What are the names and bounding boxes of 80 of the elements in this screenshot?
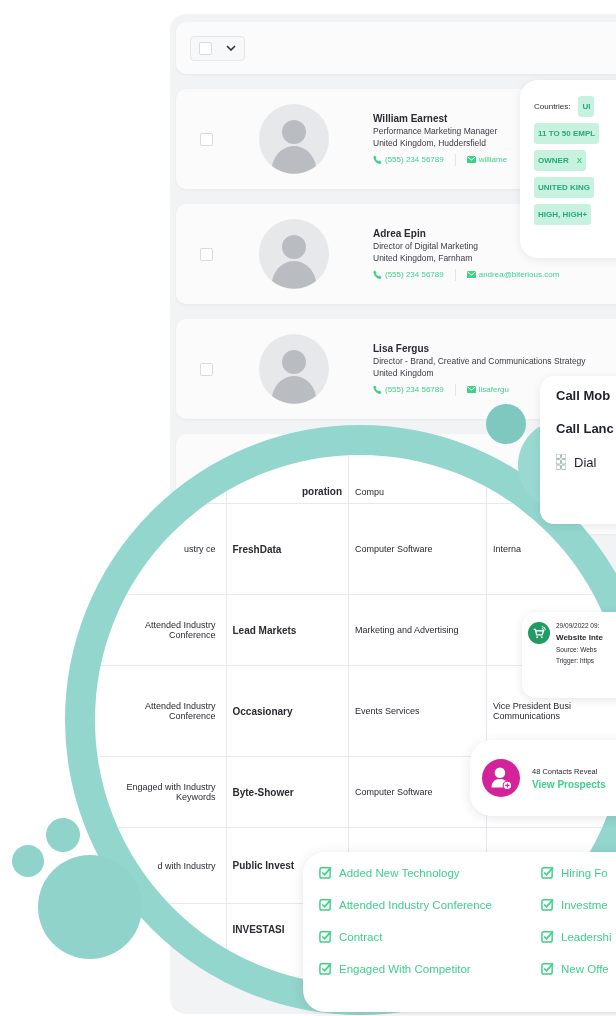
contact-title: Director - Brand, Creative and Communications Strategy (373, 355, 586, 366)
table-cell-text: Occasionary (232, 705, 293, 717)
checklist-label: Leadershi (561, 930, 612, 943)
envelope-icon (466, 385, 476, 394)
phone-icon (373, 270, 382, 279)
contact-name: Adrea Epin (373, 227, 427, 239)
contact-name: William Earnest (373, 112, 449, 124)
bulk-select-dropdown[interactable] (190, 35, 245, 61)
contact-title: Director of Digital Marketing (373, 240, 479, 251)
checkbox-icon[interactable] (541, 962, 554, 975)
checklist-label: Hiring Fo (561, 866, 608, 879)
email-link[interactable]: lisafergu (478, 385, 509, 394)
table-cell-text: Interna (493, 544, 522, 554)
activity-title: Website Inte (556, 633, 603, 642)
table-cell-text: ustry ce (184, 544, 216, 554)
filter-chip[interactable]: HIGH, HIGH+ (534, 204, 592, 225)
phone-link[interactable]: (555) 234 56789 (385, 270, 444, 279)
select-all-checkbox[interactable] (199, 41, 212, 55)
contact-location: United Kingdom (373, 367, 435, 378)
avatar-placeholder (259, 334, 329, 404)
avatar-placeholder (259, 219, 329, 289)
table-cell-text: Marketing and Advertising (355, 625, 459, 635)
checklist-label: Engaged With Competitor (339, 962, 471, 975)
checklist-label: Contract (339, 930, 383, 943)
add-user-icon (482, 759, 520, 797)
menu-item[interactable]: Call Mob (556, 388, 616, 403)
filter-chip[interactable]: UI (578, 96, 595, 117)
phone-icon (373, 385, 382, 394)
filter-chip[interactable]: OWNER X (534, 150, 586, 171)
menu-item[interactable]: Dial (556, 454, 616, 470)
checklist-label: Attended Industry Conference (339, 898, 492, 911)
checkbox-icon[interactable] (319, 898, 332, 911)
phone-link[interactable]: (555) 234 56789 (385, 155, 444, 164)
avatar-placeholder (259, 104, 329, 174)
caret-icon (226, 45, 236, 51)
phone-link[interactable]: (555) 234 56789 (385, 385, 444, 394)
checkbox-icon[interactable] (541, 930, 554, 943)
checkbox-icon[interactable] (541, 866, 554, 879)
table-cell-text: Attended Industry Conference (143, 620, 216, 640)
contact-title: Performance Marketing Manager (373, 125, 499, 136)
table-cell-text: Computer Software (355, 544, 433, 554)
checklist-label: Added New Technology (339, 866, 460, 879)
checkbox-icon[interactable] (319, 962, 332, 975)
filter-chip[interactable]: UNITED KING (534, 177, 594, 198)
table-cell-text: Events Services (355, 706, 420, 716)
table-cell-text: poration (302, 486, 342, 497)
filter-chip[interactable]: 11 TO 50 EMPL (534, 123, 600, 144)
table-cell-text: Compu (355, 487, 384, 497)
email-link[interactable]: andrea@biterious.com (478, 270, 560, 279)
checkbox-icon[interactable] (319, 866, 332, 879)
table-cell-text: FreshData (232, 543, 282, 555)
envelope-icon (466, 270, 476, 279)
checklist-label: New Offe (561, 962, 609, 975)
table-cell-text: Lead Markets (232, 624, 297, 636)
table-cell-text: Attended Industry Conference (143, 701, 216, 721)
table-cell-text: INVESTASI (232, 924, 285, 935)
decorative-circle (46, 818, 80, 852)
menu-item[interactable]: Call Lanc (556, 421, 616, 436)
table-cell-text: d with Industry (157, 860, 216, 871)
keypad-icon (556, 454, 566, 470)
checklist-label: Investme (561, 898, 608, 911)
countries-label: Countries: (534, 102, 571, 111)
contact-checkbox[interactable] (200, 247, 213, 261)
checkbox-icon[interactable] (541, 898, 554, 911)
envelope-icon (466, 155, 476, 164)
table-cell-text: Byte-Shower (232, 786, 294, 798)
contact-checkbox[interactable] (200, 362, 213, 376)
contact-name: Lisa Fergus (373, 342, 431, 354)
phone-icon (373, 155, 382, 164)
table-cell-text: Vice President Busi Communications (493, 701, 572, 721)
email-link[interactable]: williame (478, 155, 508, 164)
cart-icon (528, 622, 550, 644)
table-cell-text: Engaged with Industry Keywords (125, 782, 216, 802)
table-cell-text: Computer Software (355, 787, 433, 797)
view-prospects-link[interactable]: View Prospects (532, 778, 606, 790)
contact-location: United Kingdom, Huddersfield (373, 137, 487, 148)
table-cell-text: Public Invest (232, 860, 295, 871)
contact-checkbox[interactable] (200, 132, 213, 146)
contact-location: United Kingdom, Farnham (373, 252, 474, 263)
checkbox-icon[interactable] (319, 930, 332, 943)
